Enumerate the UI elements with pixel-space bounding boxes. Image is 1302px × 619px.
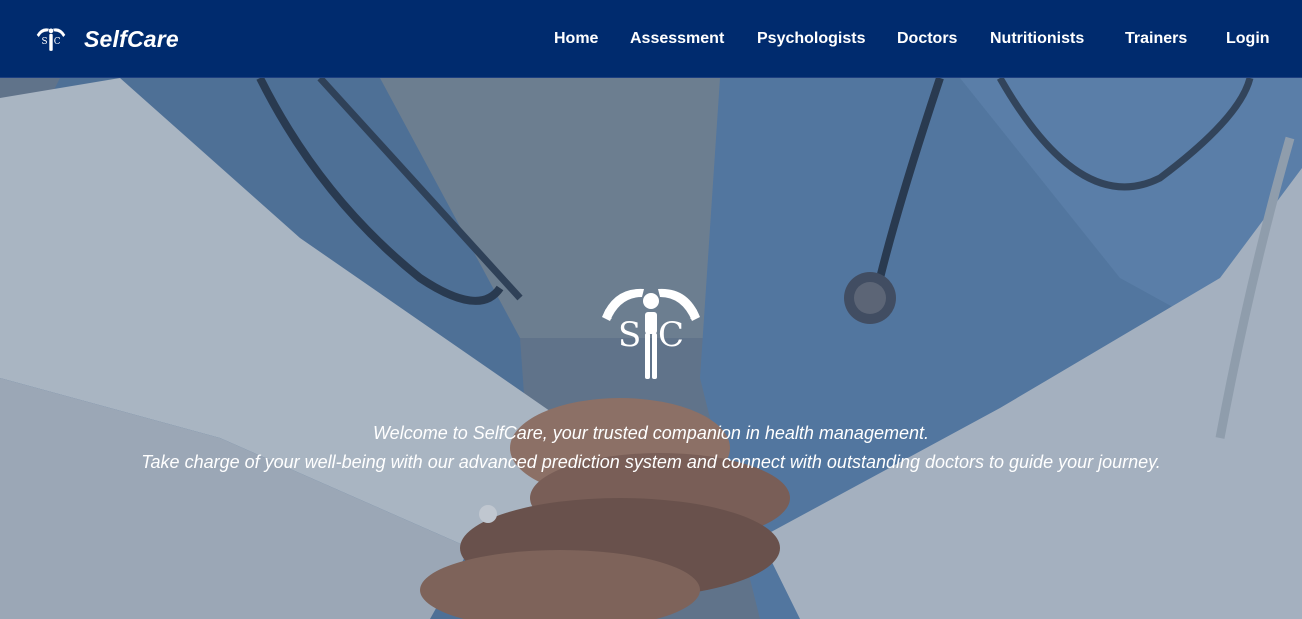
hero-welcome-text: Welcome to SelfCare, your trusted compan…: [373, 423, 929, 443]
nav-home[interactable]: Home: [554, 30, 598, 48]
nav-psychologists[interactable]: Psychologists: [757, 30, 865, 48]
hero-tagline-text: Take charge of your well-being with our …: [141, 452, 1161, 472]
svg-text:C: C: [658, 315, 684, 355]
nav-trainers[interactable]: Trainers: [1125, 30, 1187, 48]
nav-nutritionists[interactable]: Nutritionists: [990, 30, 1084, 48]
nav-login[interactable]: Login: [1226, 30, 1270, 48]
nav-assessment[interactable]: Assessment: [630, 30, 724, 48]
main-nav: Home Assessment Psychologists Doctors Nu…: [0, 30, 1302, 52]
svg-text:S: S: [618, 315, 641, 355]
top-navbar: S C SelfCare Home Assessment Psychologis…: [0, 0, 1302, 78]
nav-doctors[interactable]: Doctors: [897, 30, 957, 48]
selfcare-emblem-icon: S C: [602, 288, 700, 379]
hero-section: S C Welcome to SelfCare, your trusted co…: [0, 78, 1302, 619]
